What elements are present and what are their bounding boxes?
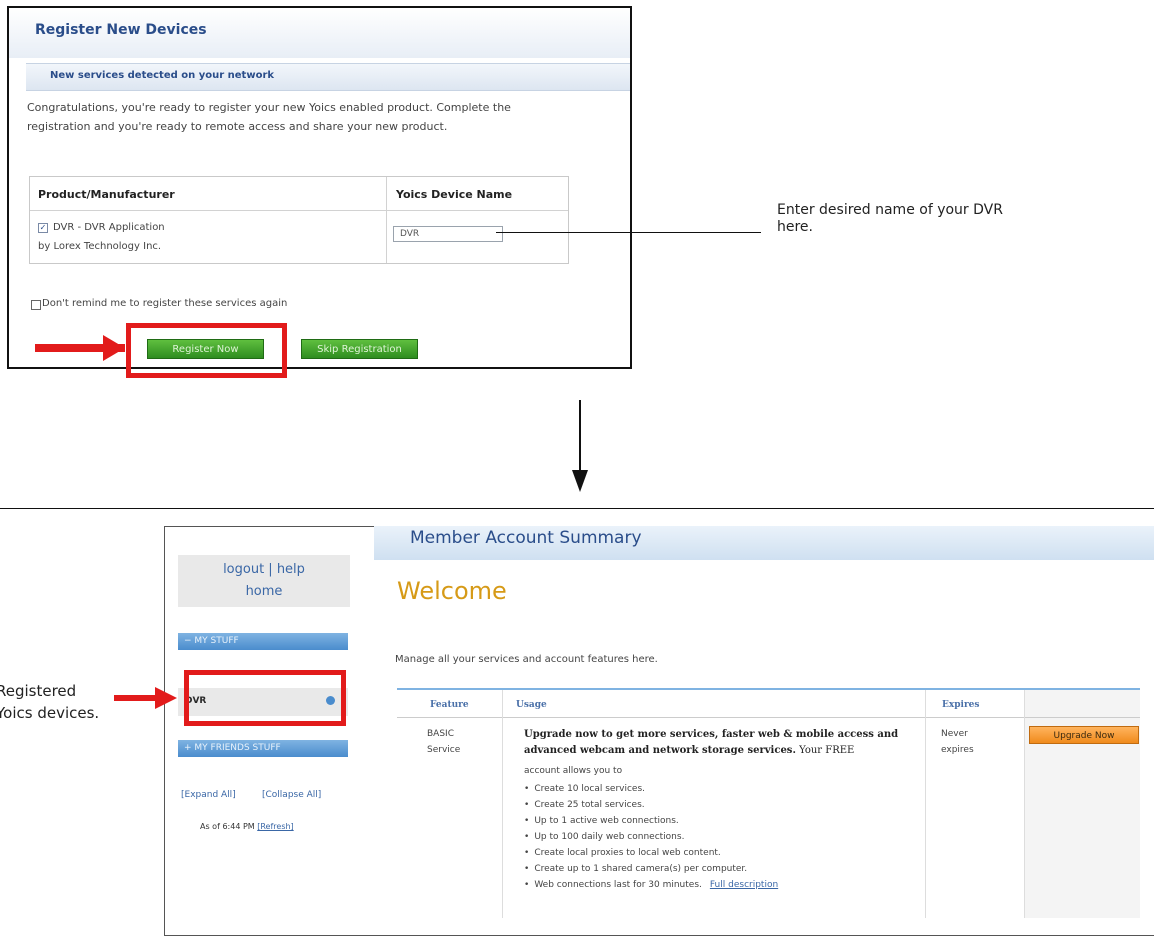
red-arrow-head-icon <box>103 335 125 361</box>
callout-registered-line1: Registered <box>0 682 77 700</box>
list-item: Up to 1 active web connections. <box>524 813 778 829</box>
column-divider <box>502 690 503 918</box>
refresh-link[interactable]: [Refresh] <box>257 822 293 831</box>
expires-value: Never <box>941 729 968 739</box>
callout-line <box>496 232 761 233</box>
list-item: Create 25 total services. <box>524 797 778 813</box>
dont-remind-label: Don't remind me to register these servic… <box>42 298 288 309</box>
list-item: Create local proxies to local web conten… <box>524 845 778 861</box>
usage-free-text: Your FREE <box>795 745 855 756</box>
skip-registration-button[interactable]: Skip Registration <box>301 339 418 359</box>
logout-help-links[interactable]: logout | help <box>178 562 350 577</box>
highlight-register-button <box>126 323 287 378</box>
expand-all-link[interactable]: [Expand All] <box>181 790 236 800</box>
red-arrow-head-icon <box>155 687 177 709</box>
column-divider <box>1024 690 1025 918</box>
list-item: Create up to 1 shared camera(s) per comp… <box>524 861 778 877</box>
product-checkbox[interactable]: ✓ <box>38 223 48 233</box>
down-arrow-shaft <box>579 400 581 472</box>
feature-table: Feature Usage Expires BASIC Service Upgr… <box>397 688 1140 918</box>
device-name-input[interactable] <box>393 226 503 242</box>
usage-list: Create 10 local services. Create 25 tota… <box>524 781 778 893</box>
list-item: Create 10 local services. <box>524 781 778 797</box>
table-divider <box>397 717 1140 718</box>
highlight-dvr-item <box>184 670 346 726</box>
upgrade-now-button[interactable]: Upgrade Now <box>1029 726 1139 744</box>
product-manufacturer: by Lorex Technology Inc. <box>38 241 162 252</box>
sidebar-links-box: logout | help home <box>178 555 350 607</box>
col-expires-header: Expires <box>942 700 980 710</box>
my-stuff-section[interactable]: − MY STUFF <box>178 633 348 650</box>
account-summary-title: Member Account Summary <box>410 528 642 548</box>
product-name-text: DVR - DVR Application <box>53 222 165 233</box>
product-table: Product/Manufacturer Yoics Device Name ✓… <box>29 176 569 264</box>
col-product-header: Product/Manufacturer <box>38 188 175 201</box>
usage-description: Upgrade now to get more services, faster… <box>524 727 919 759</box>
register-title: Register New Devices <box>35 22 207 38</box>
detected-services-bar: New services detected on your network <box>26 63 630 91</box>
last-updated: As of 6:44 PM [Refresh] <box>200 822 294 831</box>
expires-value-2: expires <box>941 745 974 755</box>
account-summary-header: Member Account Summary <box>374 526 1154 560</box>
friends-stuff-section[interactable]: + MY FRIENDS STUFF <box>178 740 348 757</box>
list-item-last: Web connections last for 30 minutes. Full… <box>524 877 778 893</box>
callout-enter-name: Enter desired name of your DVR here. <box>777 202 1007 236</box>
column-divider <box>386 177 387 263</box>
callout-registered: Registered Yoics devices. <box>0 680 99 724</box>
welcome-heading: Welcome <box>397 577 507 605</box>
callout-registered-line2: Yoics devices. <box>0 704 100 722</box>
detected-services-text: New services detected on your network <box>50 70 275 81</box>
product-name: ✓ DVR - DVR Application <box>38 222 165 233</box>
home-link[interactable]: home <box>178 584 350 599</box>
col-device-name-header: Yoics Device Name <box>396 188 513 201</box>
list-item-text: Web connections last for 30 minutes. <box>534 880 702 890</box>
manage-services-text: Manage all your services and account fea… <box>395 654 658 665</box>
last-updated-time: As of 6:44 PM <box>200 822 255 831</box>
down-arrow-icon <box>572 470 588 492</box>
callout-enter-name-text: Enter desired name of your DVR here. <box>777 202 1003 235</box>
full-description-link[interactable]: Full description <box>710 880 778 890</box>
section-separator <box>0 508 1154 509</box>
table-divider <box>30 210 568 211</box>
col-feature-header: Feature <box>430 700 469 710</box>
column-divider <box>925 690 926 918</box>
list-item: Up to 100 daily web connections. <box>524 829 778 845</box>
feature-name: BASIC <box>427 729 454 739</box>
register-header: Register New Devices <box>9 8 630 58</box>
register-devices-panel: Register New Devices New services detect… <box>7 6 632 369</box>
usage-allows-text: account allows you to <box>524 766 623 776</box>
col-usage-header: Usage <box>516 700 547 710</box>
feature-type: Service <box>427 745 461 755</box>
action-column <box>1025 690 1140 918</box>
collapse-all-link[interactable]: [Collapse All] <box>262 790 321 800</box>
dont-remind-checkbox[interactable] <box>31 300 41 310</box>
congrats-text: Congratulations, you're ready to registe… <box>27 101 511 133</box>
